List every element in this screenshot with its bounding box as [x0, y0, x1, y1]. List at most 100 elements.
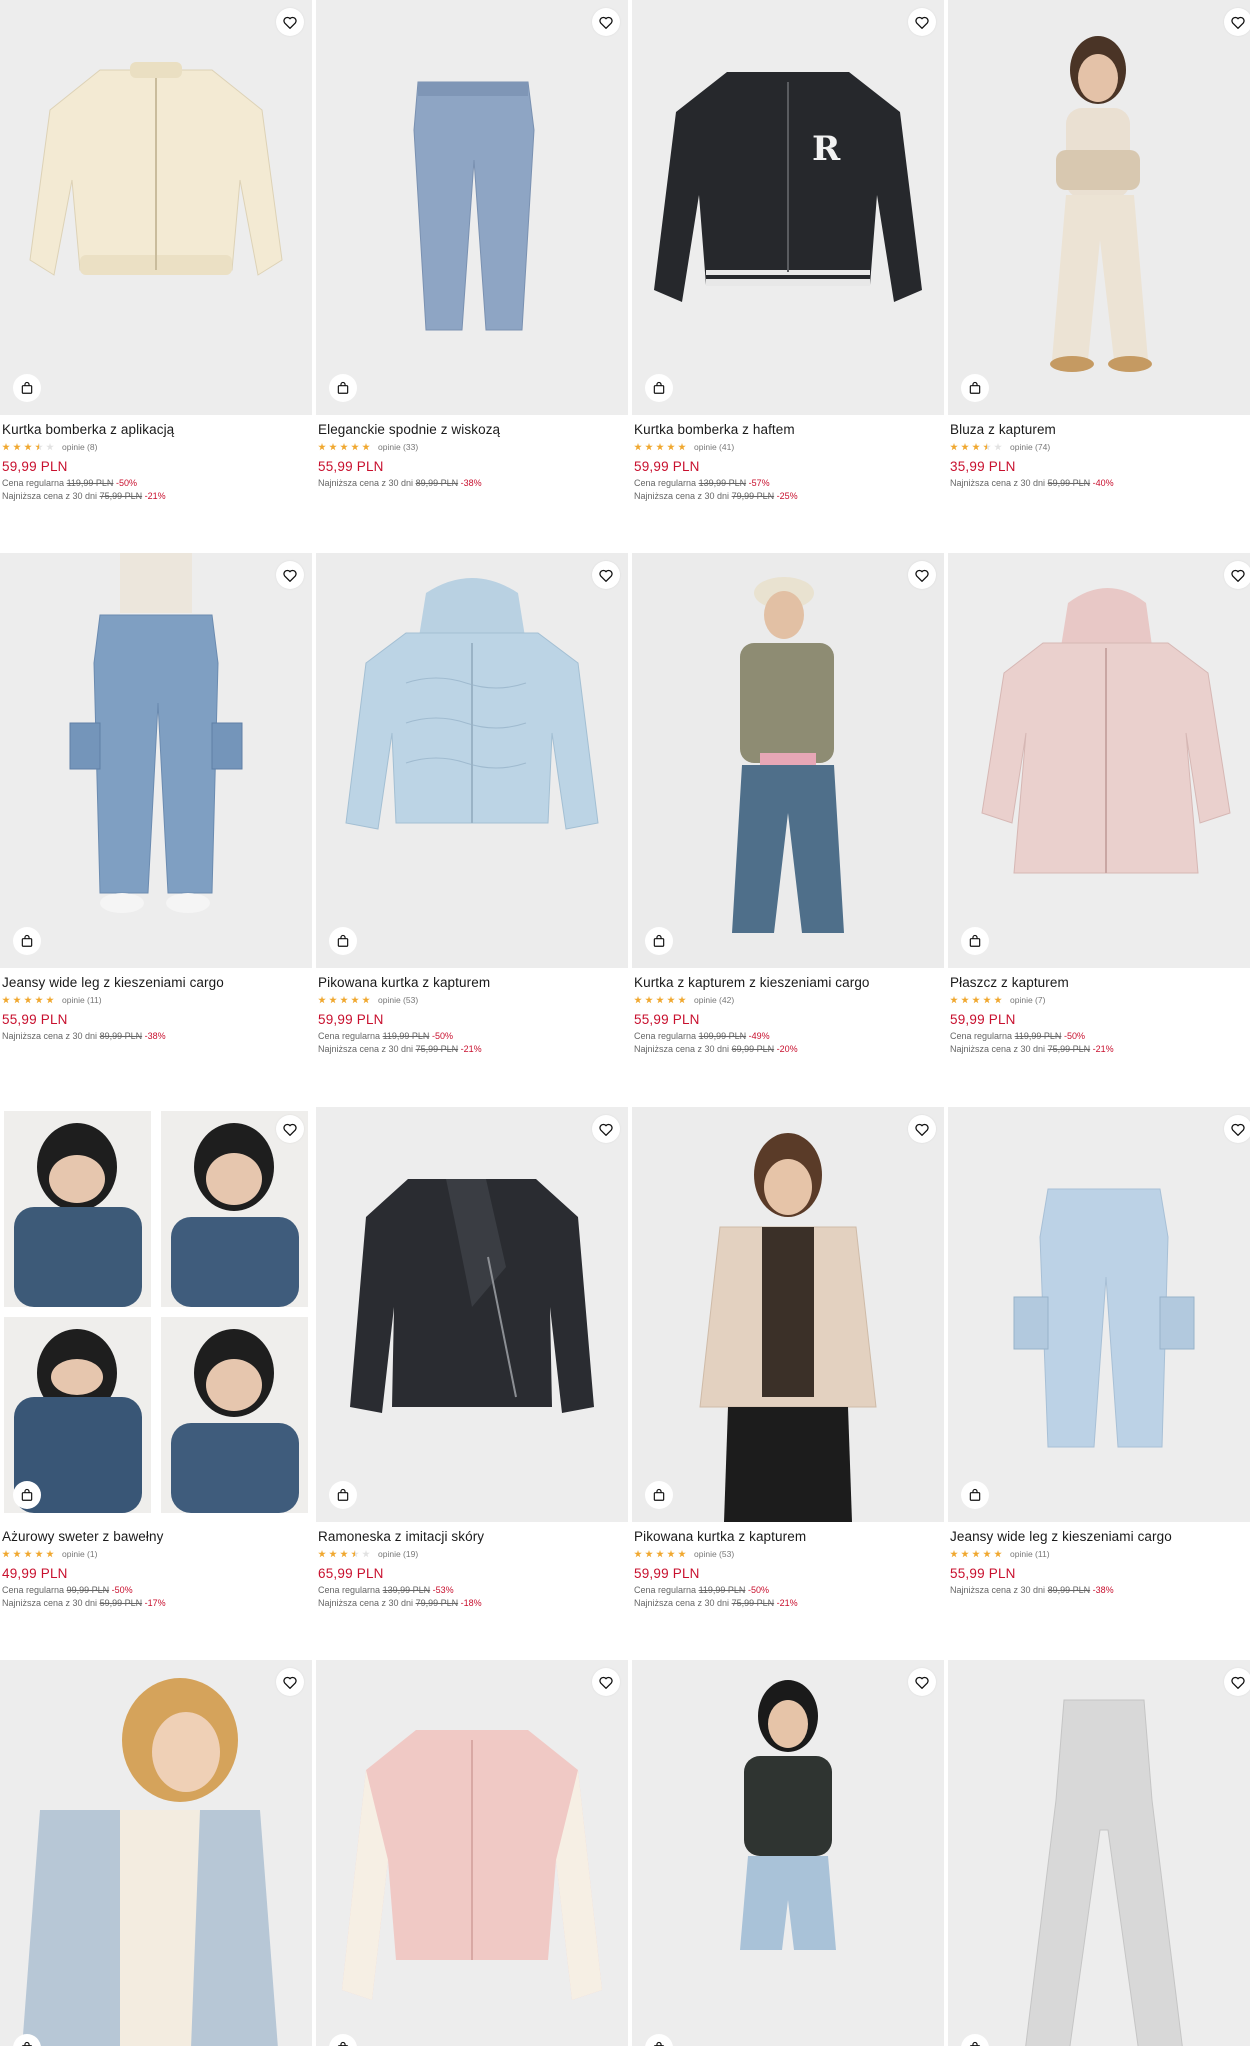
- add-to-cart-button[interactable]: [961, 927, 989, 955]
- wishlist-button[interactable]: [1224, 561, 1250, 589]
- product-image[interactable]: [316, 553, 628, 968]
- wishlist-button[interactable]: [1224, 1115, 1250, 1143]
- product-card[interactable]: Ażurowy sweter z bawełny opinie (1) 49,9…: [0, 1107, 312, 1608]
- product-image[interactable]: [0, 553, 312, 968]
- review-count[interactable]: opinie (53): [694, 1549, 734, 1559]
- wishlist-button[interactable]: [276, 1115, 304, 1143]
- product-image[interactable]: [632, 1107, 944, 1522]
- add-to-cart-button[interactable]: [13, 1481, 41, 1509]
- product-card[interactable]: Jeansy wide leg z kieszeniami cargo opin…: [0, 553, 312, 1041]
- wishlist-button[interactable]: [1224, 8, 1250, 36]
- add-to-cart-button[interactable]: [645, 374, 673, 402]
- product-image[interactable]: R: [632, 0, 944, 415]
- review-count[interactable]: opinie (11): [1010, 1549, 1050, 1559]
- regular-discount: -50%: [111, 1585, 133, 1595]
- add-to-cart-button[interactable]: [645, 927, 673, 955]
- product-card[interactable]: R Kurtka bomberka z haftem opinie (41) 5…: [632, 0, 944, 501]
- review-count[interactable]: opinie (8): [62, 442, 97, 452]
- product-name[interactable]: Eleganckie spodnie z wiskozą: [318, 422, 626, 437]
- product-name[interactable]: Płaszcz z kapturem: [950, 975, 1250, 990]
- product-card[interactable]: Jeansy wide leg z kieszeniami cargo opin…: [948, 1107, 1250, 1595]
- wishlist-button[interactable]: [592, 1115, 620, 1143]
- product-image[interactable]: [948, 1660, 1250, 2046]
- product-image[interactable]: [0, 1660, 312, 2046]
- add-to-cart-button[interactable]: [13, 374, 41, 402]
- product-name[interactable]: Jeansy wide leg z kieszeniami cargo: [2, 975, 310, 990]
- add-to-cart-button[interactable]: [13, 927, 41, 955]
- star-icon: [667, 996, 675, 1004]
- regular-price: 99,99 PLN: [66, 1585, 110, 1595]
- add-to-cart-button[interactable]: [329, 927, 357, 955]
- wishlist-button[interactable]: [908, 8, 936, 36]
- product-card[interactable]: [316, 1660, 628, 2046]
- product-name[interactable]: Ramoneska z imitacji skóry: [318, 1529, 626, 1544]
- wishlist-button[interactable]: [592, 561, 620, 589]
- review-count[interactable]: opinie (42): [694, 995, 734, 1005]
- add-to-cart-button[interactable]: [645, 1481, 673, 1509]
- product-name[interactable]: Ażurowy sweter z bawełny: [2, 1529, 310, 1544]
- product-card[interactable]: [0, 1660, 312, 2046]
- product-image[interactable]: [316, 1660, 628, 2046]
- product-card[interactable]: Bluza z kapturem opinie (74) 35,99 PLN N…: [948, 0, 1250, 488]
- lowest-price-line: Najniższa cena z 30 dni 79,99 PLN -25%: [634, 491, 942, 501]
- shopping-bag-icon: [336, 934, 350, 948]
- review-count[interactable]: opinie (53): [378, 995, 418, 1005]
- wishlist-button[interactable]: [908, 561, 936, 589]
- product-grid: Kurtka bomberka z aplikacją opinie (8) 5…: [0, 0, 1250, 2046]
- product-card[interactable]: Eleganckie spodnie z wiskozą opinie (33)…: [316, 0, 628, 488]
- product-image[interactable]: [632, 553, 944, 968]
- add-to-cart-button[interactable]: [961, 374, 989, 402]
- product-name[interactable]: Bluza z kapturem: [950, 422, 1250, 437]
- product-name[interactable]: Kurtka bomberka z aplikacją: [2, 422, 310, 437]
- wishlist-button[interactable]: [276, 8, 304, 36]
- add-to-cart-button[interactable]: [329, 374, 357, 402]
- product-name[interactable]: Kurtka z kapturem z kieszeniami cargo: [634, 975, 942, 990]
- product-photo: [948, 553, 1250, 968]
- product-card[interactable]: [632, 1660, 944, 2046]
- product-card[interactable]: Ramoneska z imitacji skóry opinie (19) 6…: [316, 1107, 628, 1608]
- product-image[interactable]: [948, 0, 1250, 415]
- wishlist-button[interactable]: [908, 1668, 936, 1696]
- product-image[interactable]: [632, 1660, 944, 2046]
- star-icon: [362, 443, 370, 451]
- add-to-cart-button[interactable]: [329, 1481, 357, 1509]
- wishlist-button[interactable]: [908, 1115, 936, 1143]
- wishlist-button[interactable]: [592, 8, 620, 36]
- product-image[interactable]: [316, 1107, 628, 1522]
- star-icon: [318, 996, 326, 1004]
- product-card[interactable]: [948, 1660, 1250, 2046]
- shopping-bag-icon: [20, 934, 34, 948]
- product-card[interactable]: Kurtka bomberka z aplikacją opinie (8) 5…: [0, 0, 312, 501]
- product-photo: [948, 1660, 1250, 2046]
- review-count[interactable]: opinie (19): [378, 1549, 418, 1559]
- lowest-price-label: Najniższa cena z 30 dni: [2, 1598, 98, 1608]
- wishlist-button[interactable]: [276, 561, 304, 589]
- wishlist-button[interactable]: [276, 1668, 304, 1696]
- add-to-cart-button[interactable]: [961, 1481, 989, 1509]
- product-photo: [632, 1660, 944, 2046]
- product-image[interactable]: [948, 553, 1250, 968]
- product-name[interactable]: Jeansy wide leg z kieszeniami cargo: [950, 1529, 1250, 1544]
- review-count[interactable]: opinie (1): [62, 1549, 97, 1559]
- product-name[interactable]: Kurtka bomberka z haftem: [634, 422, 942, 437]
- product-image[interactable]: [948, 1107, 1250, 1522]
- product-card[interactable]: Pikowana kurtka z kapturem opinie (53) 5…: [632, 1107, 944, 1608]
- product-name[interactable]: Pikowana kurtka z kapturem: [318, 975, 626, 990]
- product-image[interactable]: [0, 1107, 312, 1522]
- review-count[interactable]: opinie (11): [62, 995, 102, 1005]
- product-image[interactable]: [316, 0, 628, 415]
- product-card[interactable]: Pikowana kurtka z kapturem opinie (53) 5…: [316, 553, 628, 1054]
- star-icon: [645, 1550, 653, 1558]
- star-icon: [24, 443, 32, 451]
- product-name[interactable]: Pikowana kurtka z kapturem: [634, 1529, 942, 1544]
- review-count[interactable]: opinie (33): [378, 442, 418, 452]
- wishlist-button[interactable]: [1224, 1668, 1250, 1696]
- product-card[interactable]: Kurtka z kapturem z kieszeniami cargo op…: [632, 553, 944, 1054]
- product-image[interactable]: [0, 0, 312, 415]
- review-count[interactable]: opinie (7): [1010, 995, 1045, 1005]
- product-card[interactable]: Płaszcz z kapturem opinie (7) 59,99 PLN …: [948, 553, 1250, 1054]
- review-count[interactable]: opinie (74): [1010, 442, 1050, 452]
- wishlist-button[interactable]: [592, 1668, 620, 1696]
- regular-price-line: Cena regularna 99,99 PLN -50%: [2, 1585, 310, 1595]
- review-count[interactable]: opinie (41): [694, 442, 734, 452]
